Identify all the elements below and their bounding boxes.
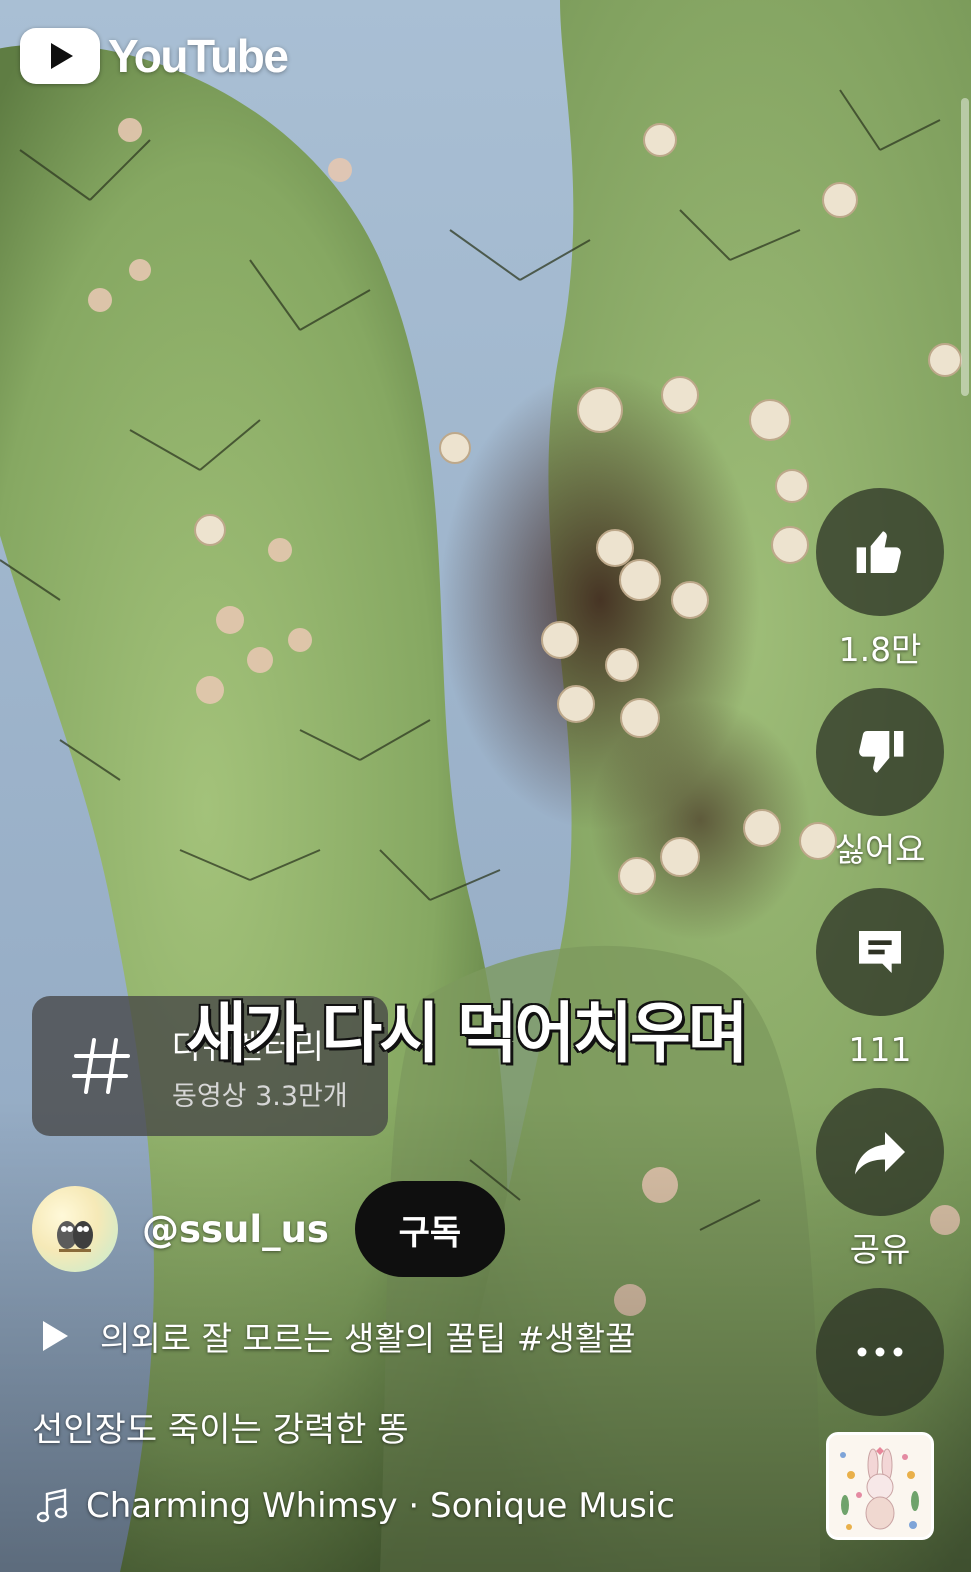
- music-thumbnail[interactable]: [826, 1432, 934, 1540]
- music-note-icon: [36, 1488, 68, 1523]
- hashtag-icon: [32, 996, 172, 1136]
- hashtag-video-count: 동영상 3.3만개: [172, 1080, 348, 1112]
- share-button[interactable]: [816, 1088, 944, 1216]
- more-horizontal-icon: [857, 1347, 903, 1357]
- music-link[interactable]: Charming Whimsy · Sonique Music: [36, 1486, 675, 1526]
- channel-avatar[interactable]: [32, 1186, 118, 1272]
- playlist-link[interactable]: 의외로 잘 모르는 생활의 꿀팁 #생활꿀: [40, 1312, 636, 1360]
- subscribe-button[interactable]: 구독: [354, 1181, 505, 1277]
- owl-avatar-icon: [57, 1221, 93, 1252]
- shorts-player[interactable]: YouTube 1.8만 싫어요 111 공유 다큐멘터리 동영상 3.3만개 …: [0, 0, 971, 1572]
- dislike-button[interactable]: [816, 688, 944, 816]
- more-options-button[interactable]: [816, 1288, 944, 1416]
- playlist-label: 의외로 잘 모르는 생활의 꿀팁 #생활꿀: [100, 1319, 636, 1358]
- bunny-artwork-icon: [829, 1435, 931, 1537]
- video-title[interactable]: 선인장도 죽이는 강력한 똥: [32, 1402, 409, 1451]
- like-count: 1.8만: [838, 630, 922, 669]
- scrollbar[interactable]: [961, 98, 969, 396]
- youtube-play-icon: [20, 28, 100, 84]
- comment-count: 111: [848, 1030, 912, 1069]
- thumbs-up-icon: [856, 531, 901, 573]
- thumbs-down-icon: [859, 731, 904, 773]
- comment-icon: [859, 931, 901, 973]
- channel-row: @ssul_us 구독: [32, 1181, 505, 1277]
- play-icon: [43, 1321, 68, 1351]
- youtube-logo[interactable]: YouTube: [20, 28, 289, 84]
- channel-handle[interactable]: @ssul_us: [142, 1208, 329, 1251]
- dislike-label: 싫어요: [834, 830, 926, 869]
- comments-button[interactable]: [816, 888, 944, 1016]
- share-label: 공유: [849, 1230, 911, 1269]
- like-button[interactable]: [816, 488, 944, 616]
- youtube-wordmark: YouTube: [108, 30, 289, 82]
- video-caption: 새가 다시 먹어치우며: [184, 994, 749, 1074]
- share-arrow-icon: [855, 1132, 905, 1175]
- music-label: Charming Whimsy · Sonique Music: [86, 1486, 675, 1526]
- action-rail: 1.8만 싫어요 111 공유: [815, 488, 945, 1416]
